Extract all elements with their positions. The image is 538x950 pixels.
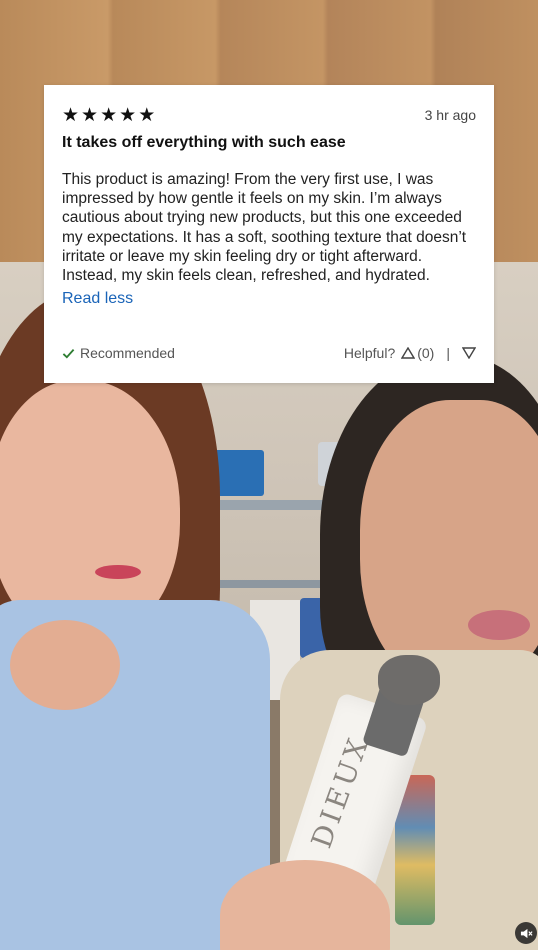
review-body: This product is amazing! From the very f… xyxy=(62,171,467,285)
microphone-windscreen xyxy=(378,655,440,705)
right-person-face xyxy=(360,400,538,690)
read-less-link[interactable]: Read less xyxy=(62,289,133,309)
review-title: It takes off everything with such ease xyxy=(62,134,346,151)
star-icon: ★ xyxy=(100,104,118,126)
left-person-hand xyxy=(10,620,120,710)
helpful-votes: Helpful? (0) | xyxy=(344,345,476,361)
left-person-lips xyxy=(95,565,141,579)
star-rating: ★ ★ ★ ★ ★ xyxy=(62,105,155,125)
star-icon: ★ xyxy=(81,104,99,126)
star-icon: ★ xyxy=(119,104,137,126)
upvote-count: (0) xyxy=(417,345,435,361)
review-timestamp: 3 hr ago xyxy=(424,107,476,123)
recommended-label: Recommended xyxy=(80,345,175,361)
helpful-label: Helpful? xyxy=(343,345,396,361)
check-icon xyxy=(62,348,75,359)
recommended-badge: Recommended xyxy=(62,345,175,361)
upvote-button[interactable]: (0) xyxy=(401,345,434,361)
review-footer: Recommended Helpful? (0) | xyxy=(62,343,476,363)
downvote-button[interactable] xyxy=(462,347,476,359)
review-header: ★ ★ ★ ★ ★ 3 hr ago xyxy=(62,105,476,125)
star-icon: ★ xyxy=(62,104,80,126)
vote-separator: | xyxy=(446,345,450,361)
triangle-up-icon xyxy=(401,347,416,359)
triangle-down-icon xyxy=(462,347,476,359)
mute-button[interactable] xyxy=(515,922,537,944)
review-card: ★ ★ ★ ★ ★ 3 hr ago It takes off everythi… xyxy=(44,85,494,383)
speaker-muted-icon xyxy=(520,928,533,938)
star-icon: ★ xyxy=(138,104,156,126)
right-person-lips xyxy=(468,610,530,640)
